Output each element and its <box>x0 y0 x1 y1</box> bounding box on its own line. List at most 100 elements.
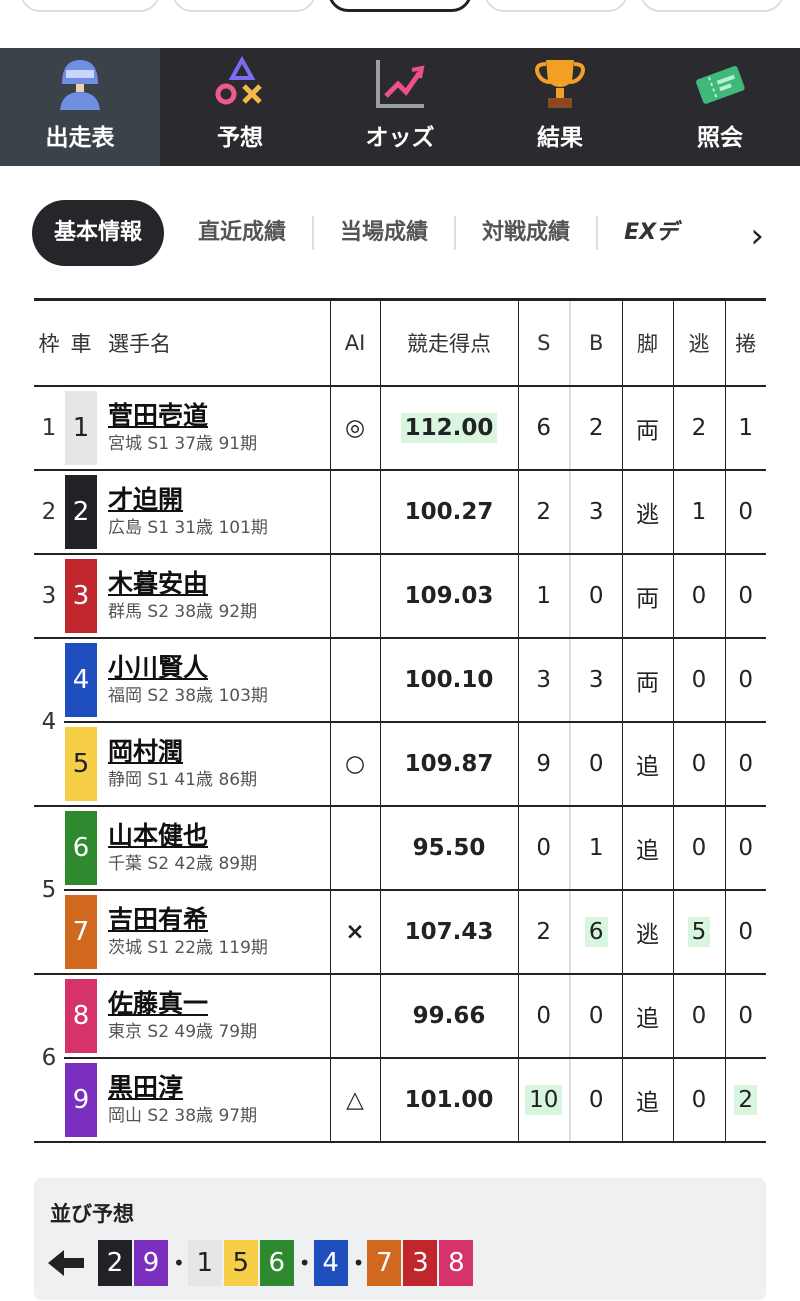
rider-name-link[interactable]: 木暮安由 <box>108 568 330 600</box>
makuri-count-cell: 0 <box>724 721 766 807</box>
score-value-cell: 109.87 <box>379 721 518 807</box>
rider-info: 群馬 S2 38歳 92期 <box>108 601 258 622</box>
tab-venue-results[interactable]: 当場成績 <box>314 216 457 250</box>
b-count: 0 <box>588 582 604 609</box>
b-count: 3 <box>588 666 604 693</box>
rider-name-link[interactable]: 吉田有希 <box>108 904 330 936</box>
tab-basic-info[interactable]: 基本情報 <box>32 200 165 266</box>
rider-cell: 岡村潤 静岡 S1 41歳 86期 <box>98 721 330 807</box>
top-segment-pill-active[interactable] <box>328 0 472 12</box>
nige-count-cell: 0 <box>672 637 725 723</box>
forecast-car-chip: 1 <box>187 1240 222 1286</box>
car-number-cell: 5 <box>64 721 98 807</box>
rider-info: 静岡 S1 41歳 86期 <box>108 769 258 790</box>
rider-cell: 黒田淳 岡山 S2 38歳 97期 <box>98 1057 330 1143</box>
rider-info: 東京 S2 49歳 79期 <box>108 1021 258 1042</box>
nige-count: 0 <box>691 750 707 777</box>
rider-cell: 山本健也 千葉 S2 42歳 89期 <box>98 805 330 891</box>
chevron-right-icon[interactable]: › <box>750 216 764 256</box>
b-count-cell: 0 <box>569 973 622 1059</box>
car-number-cell: 3 <box>64 553 98 639</box>
top-segment-pill[interactable] <box>484 0 628 12</box>
s-count: 9 <box>536 750 552 777</box>
b-count: 3 <box>588 498 604 525</box>
s-count-cell: 0 <box>517 973 570 1059</box>
running-style-cell: 追 <box>621 805 673 891</box>
nige-count: 0 <box>691 1002 707 1029</box>
ai-mark-cell: ○ <box>329 721 380 807</box>
makuri-count: 0 <box>738 1002 754 1029</box>
score-value: 112.00 <box>400 412 498 443</box>
nav-prediction[interactable]: 予想 <box>160 48 320 166</box>
ai-mark-cell: ◎ <box>329 385 380 471</box>
car-number-cell: 7 <box>64 889 98 975</box>
makuri-count-cell: 0 <box>724 553 766 639</box>
rider-name-link[interactable]: 岡村潤 <box>108 736 330 768</box>
ai-mark: × <box>345 918 365 945</box>
rider-name-link[interactable]: 才迫開 <box>108 484 330 516</box>
running-style: 追 <box>636 1089 659 1116</box>
tab-recent-results[interactable]: 直近成績 <box>172 216 315 250</box>
tab-ex-data[interactable]: EXデ <box>598 216 704 250</box>
car-number-badge: 9 <box>65 1062 97 1137</box>
rider-name-link[interactable]: 山本健也 <box>108 820 330 852</box>
sub-tabs: 基本情報 直近成績 当場成績 対戦成績 EXデ <box>32 200 800 266</box>
nige-count-cell: 5 <box>672 889 725 975</box>
ai-mark-cell: × <box>329 889 380 975</box>
s-count-cell: 1 <box>517 553 570 639</box>
score-value: 100.10 <box>404 666 494 693</box>
makuri-count: 2 <box>734 1084 758 1115</box>
tab-head-to-head[interactable]: 対戦成績 <box>456 216 599 250</box>
table-row: 3 3 木暮安由 群馬 S2 38歳 92期 109.03 1 0 両 0 0 <box>34 553 766 639</box>
rider-helmet-icon <box>52 56 108 112</box>
makuri-count-cell: 0 <box>724 637 766 723</box>
top-segment-pill[interactable] <box>20 0 160 12</box>
forecast-car-chip: 3 <box>403 1240 438 1286</box>
b-count: 1 <box>588 834 604 861</box>
nav-label: 照会 <box>697 125 743 151</box>
makuri-count-cell: 0 <box>724 805 766 891</box>
score-value-cell: 100.27 <box>379 469 518 555</box>
rider-info: 茨城 S1 22歳 119期 <box>108 937 268 958</box>
running-style: 両 <box>636 585 659 612</box>
rider-cell: 佐藤真一 東京 S2 49歳 79期 <box>98 973 330 1059</box>
rider-name-link[interactable]: 菅田壱道 <box>108 400 330 432</box>
nav-results[interactable]: 結果 <box>480 48 640 166</box>
header-makuri: 捲 <box>724 299 766 387</box>
table-row: 1 1 菅田壱道 宮城 S1 37歳 91期 ◎ 112.00 6 2 両 2 1 <box>34 385 766 471</box>
rider-name-link[interactable]: 黒田淳 <box>108 1072 330 1104</box>
car-number-badge: 6 <box>65 810 97 885</box>
running-style-cell: 両 <box>621 637 673 723</box>
s-count-cell: 3 <box>517 637 570 723</box>
line-forecast-title: 並び予想 <box>50 1202 134 1226</box>
nige-count-cell: 0 <box>672 1057 725 1143</box>
frame-number: 1 <box>34 385 64 471</box>
header-b: B <box>569 299 622 387</box>
rider-info: 岡山 S2 38歳 97期 <box>108 1105 258 1126</box>
b-count-cell: 1 <box>569 805 622 891</box>
ai-mark-cell: △ <box>329 1057 380 1143</box>
s-count-cell: 10 <box>517 1057 570 1143</box>
frame-number: 6 <box>34 973 64 1143</box>
nav-entry-list[interactable]: 出走表 <box>0 48 160 166</box>
nav-odds[interactable]: オッズ <box>320 48 480 166</box>
nige-count: 0 <box>691 1086 707 1113</box>
top-segment-pill[interactable] <box>640 0 784 12</box>
nav-label: 結果 <box>537 125 583 151</box>
top-segment-pill[interactable] <box>172 0 316 12</box>
makuri-count: 0 <box>738 918 754 945</box>
score-value-cell: 107.43 <box>379 889 518 975</box>
car-number-badge: 5 <box>65 726 97 801</box>
car-number-cell: 6 <box>64 805 98 891</box>
rider-name-link[interactable]: 小川賢人 <box>108 652 330 684</box>
car-number-cell: 4 <box>64 637 98 723</box>
ai-mark-cell <box>329 469 380 555</box>
makuri-count: 0 <box>738 582 754 609</box>
rider-name-link[interactable]: 佐藤真一 <box>108 988 330 1020</box>
nav-inquiry[interactable]: 照会 <box>640 48 800 166</box>
s-count: 2 <box>536 498 552 525</box>
b-count: 0 <box>588 1002 604 1029</box>
running-style-cell: 追 <box>621 973 673 1059</box>
rider-cell: 才迫開 広島 S1 31歳 101期 <box>98 469 330 555</box>
b-count: 0 <box>588 750 604 777</box>
